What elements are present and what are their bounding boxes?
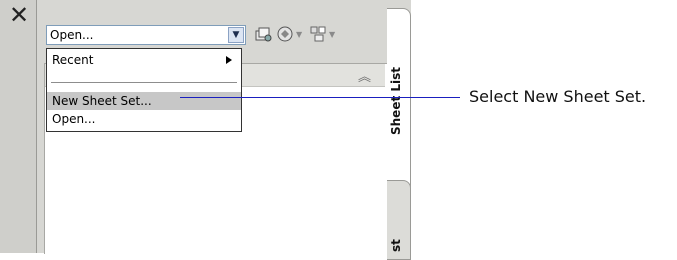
tab-sheet-views[interactable]: st [387, 180, 411, 260]
submenu-arrow-icon [226, 56, 232, 64]
callout-text: Select New Sheet Set. [469, 87, 647, 106]
tab-label: Sheet List [389, 67, 403, 136]
open-dropdown-menu: Recent New Sheet Set... Open... [46, 48, 242, 132]
menu-item-label: Recent [52, 53, 94, 67]
dropdown-arrow-icon[interactable]: ▼ [228, 27, 244, 43]
callout-line [180, 97, 460, 98]
sheet-set-combo[interactable]: Open... ▼ [46, 25, 246, 45]
dropdown-arrow-icon[interactable]: ▼ [329, 30, 335, 39]
menu-item-new-sheet-set[interactable]: New Sheet Set... [47, 92, 241, 110]
publish-icon[interactable] [275, 24, 295, 44]
layout-icon[interactable] [308, 24, 328, 44]
dropdown-arrow-icon[interactable]: ▼ [296, 30, 302, 39]
palette-titlebar: ✕ [0, 0, 37, 253]
palette-toolbar: Open... ▼ ▼ ▼ [37, 0, 391, 54]
sheet-set-icon[interactable] [253, 24, 273, 44]
menu-item-recent[interactable]: Recent [47, 51, 241, 69]
menu-item-label: New Sheet Set... [52, 94, 152, 108]
tab-label: st [389, 239, 403, 253]
tab-sheet-list[interactable]: Sheet List [387, 8, 411, 193]
menu-item-label: Open... [52, 112, 96, 126]
close-icon[interactable]: ✕ [8, 3, 30, 27]
combo-value: Open... [50, 28, 94, 42]
menu-item-open[interactable]: Open... [47, 110, 241, 128]
collapse-icon[interactable]: ︽ [358, 66, 371, 85]
menu-separator [51, 82, 237, 83]
